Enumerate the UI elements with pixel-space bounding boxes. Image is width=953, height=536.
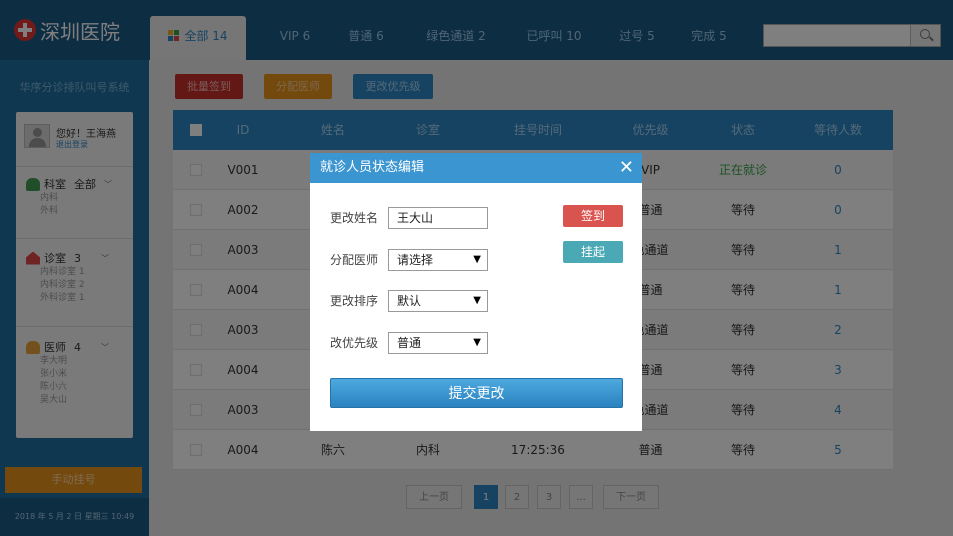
order-select-value: 默认 bbox=[397, 294, 422, 308]
dropdown-arrow-icon: ▼ bbox=[473, 337, 481, 348]
doctor-select-value: 请选择 bbox=[397, 253, 434, 267]
dropdown-arrow-icon: ▼ bbox=[473, 254, 481, 265]
order-select[interactable]: 默认 ▼ bbox=[388, 290, 488, 312]
checkin-button[interactable]: 签到 bbox=[563, 205, 623, 227]
priority-select-value: 普通 bbox=[397, 336, 422, 350]
doctor-select-label: 分配医师 bbox=[330, 253, 379, 267]
submit-changes-button[interactable]: 提交更改 bbox=[330, 378, 623, 408]
priority-select[interactable]: 普通 ▼ bbox=[388, 332, 488, 354]
doctor-select[interactable]: 请选择 ▼ bbox=[388, 249, 488, 271]
close-icon[interactable]: ✕ bbox=[619, 153, 634, 183]
priority-label: 改优先级 bbox=[330, 336, 379, 350]
order-label: 更改排序 bbox=[330, 294, 379, 308]
status-edit-dialog: 就诊人员状态编辑 ✕ 更改姓名 王大山 分配医师 请选择 ▼ 更改排序 默认 ▼ 改… bbox=[310, 153, 642, 431]
dialog-title: 就诊人员状态编辑 bbox=[310, 153, 642, 183]
name-input[interactable]: 王大山 bbox=[388, 207, 488, 229]
name-label: 更改姓名 bbox=[330, 211, 379, 225]
dropdown-arrow-icon: ▼ bbox=[473, 295, 481, 306]
hold-button[interactable]: 挂起 bbox=[563, 241, 623, 263]
